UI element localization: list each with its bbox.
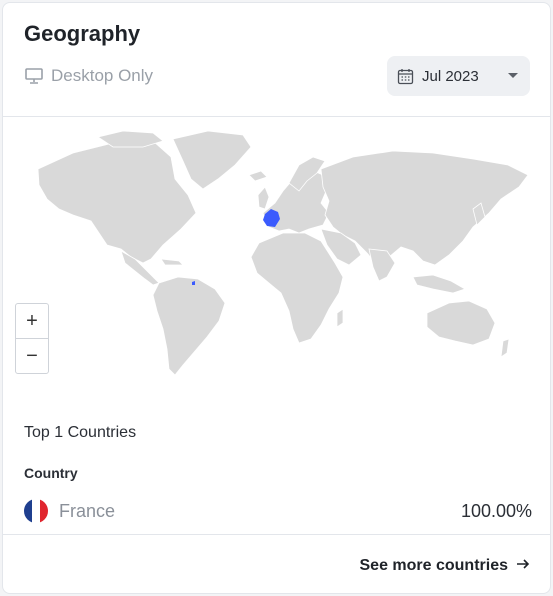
southeast-asia-islands-shape xyxy=(412,274,466,294)
device-filter-label: Desktop Only xyxy=(24,66,153,86)
card-title: Geography xyxy=(24,21,141,46)
country-column-label: Country xyxy=(24,465,78,481)
greenland-shape xyxy=(172,130,252,190)
new-zealand-shape xyxy=(500,338,510,358)
chevron-down-icon xyxy=(506,71,520,81)
arrow-right-icon xyxy=(516,557,530,575)
france-flag-icon xyxy=(24,499,48,523)
map-zoom-control: + − xyxy=(15,303,49,374)
see-more-countries-link[interactable]: See more countries xyxy=(360,557,531,575)
country-row: France 100.00% xyxy=(24,497,532,525)
date-select-value: Jul 2023 xyxy=(422,67,479,85)
device-filter-text: Desktop Only xyxy=(51,66,154,85)
see-more-label: See more countries xyxy=(359,557,509,574)
north-america-shape xyxy=(37,140,197,264)
iceland-shape xyxy=(248,170,268,182)
country-percent: 100.00% xyxy=(460,500,532,521)
zoom-out-button[interactable]: − xyxy=(16,338,48,373)
land-masses xyxy=(37,130,529,376)
south-america-shape xyxy=(152,276,226,376)
date-select[interactable]: Jul 2023 xyxy=(387,56,530,96)
geography-card: Geography Desktop Only Jul 2023 + − Top … xyxy=(2,2,551,594)
australia-shape xyxy=(426,300,496,346)
country-name: France xyxy=(59,500,116,521)
uk-shape xyxy=(257,186,270,210)
world-map[interactable] xyxy=(3,117,550,387)
calendar-icon xyxy=(397,68,414,85)
footer-divider xyxy=(3,534,550,535)
caribbean-shape xyxy=(160,258,184,266)
zoom-in-button[interactable]: + xyxy=(16,304,48,338)
madagascar-shape xyxy=(336,308,344,328)
desktop-icon xyxy=(24,67,44,85)
africa-shape xyxy=(250,232,344,344)
top-countries-heading: Top 1 Countries xyxy=(24,424,137,441)
